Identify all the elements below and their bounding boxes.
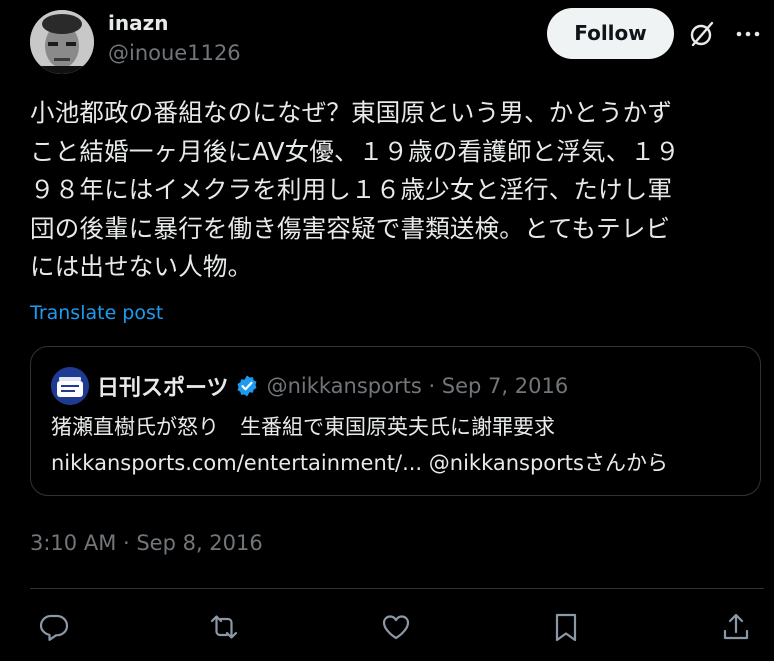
quoted-post[interactable]: 日刊スポーツ @nikkansports · Sep 7, 2016 猪瀬直樹氏…	[30, 346, 761, 496]
quote-handle-date: @nikkansports · Sep 7, 2016	[266, 374, 569, 398]
post-text: 小池都政の番組なのになぜ？東国原という男、かとうかず こと結婚一ヶ月後にAV女優…	[30, 98, 680, 281]
translate-post-link[interactable]: Translate post	[30, 300, 163, 326]
quote-text-line: 猪瀬直樹氏が怒り 生番組で東国原英夫氏に謝罪要求	[51, 415, 555, 439]
repost-icon[interactable]	[208, 611, 240, 643]
post-timestamp[interactable]: 3:10 AM · Sep 8, 2016	[30, 528, 263, 558]
share-icon[interactable]	[720, 611, 752, 643]
display-name[interactable]: inazn	[108, 10, 241, 36]
reply-icon[interactable]	[38, 611, 70, 643]
quote-author-row: 日刊スポーツ @nikkansports · Sep 7, 2016	[97, 367, 568, 405]
post: inazn @inoue1126 Follow 小池都政の番組なのになぜ？東国原…	[0, 0, 774, 661]
verified-badge-icon	[235, 374, 259, 398]
divider	[30, 588, 764, 589]
more-icon[interactable]	[734, 20, 762, 48]
grok-icon[interactable]	[688, 20, 716, 48]
bookmark-icon[interactable]	[550, 611, 582, 643]
author-block: inazn @inoue1126	[108, 10, 241, 68]
handle[interactable]: @inoue1126	[108, 38, 241, 68]
follow-button[interactable]: Follow	[547, 8, 674, 59]
quote-display-name: 日刊スポーツ	[97, 376, 229, 401]
post-header: inazn @inoue1126 Follow	[30, 8, 774, 78]
quote-avatar	[51, 367, 89, 405]
quote-text: 猪瀬直樹氏が怒り 生番組で東国原英夫氏に謝罪要求 nikkansports.co…	[51, 409, 751, 481]
like-icon[interactable]	[380, 611, 412, 643]
avatar[interactable]	[30, 10, 94, 74]
quote-text-line: nikkansports.com/entertainment/... @nikk…	[51, 451, 668, 475]
